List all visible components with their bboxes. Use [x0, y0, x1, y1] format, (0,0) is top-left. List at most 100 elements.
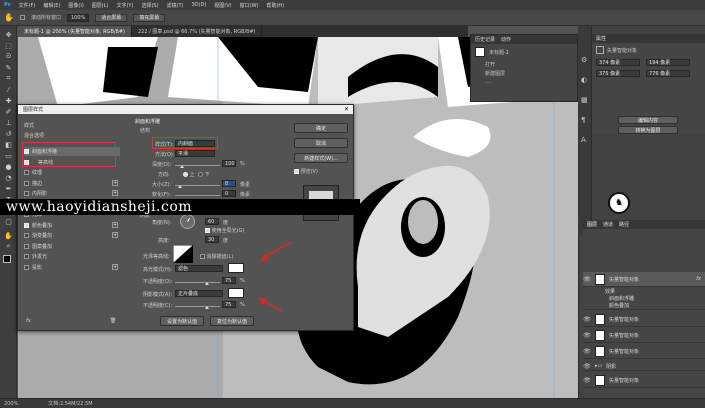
shadow-opacity-knob[interactable] — [205, 306, 209, 309]
shadow-opacity-input[interactable]: 75 — [222, 301, 236, 308]
properties-panel-icon[interactable]: ⚙ — [581, 56, 587, 64]
close-icon[interactable]: ✕ — [344, 106, 349, 113]
add-effect-icon[interactable]: + — [112, 190, 118, 196]
menu-select[interactable]: 选择(S) — [141, 2, 158, 9]
tab-document-2[interactable]: 222 / 图章.psd @ 66.7% (矢量智能对象, RGB/8#) — [132, 26, 263, 37]
width-field[interactable]: 374 像素 — [596, 59, 640, 66]
dodge-tool-icon[interactable]: ◔ — [4, 173, 13, 182]
y-field[interactable]: 776 像素 — [646, 70, 690, 77]
shadow-opacity-slider[interactable] — [175, 306, 220, 307]
history-item[interactable]: 打开 — [471, 60, 577, 69]
blend-options-item[interactable]: 混合选项 — [24, 132, 44, 139]
ps-logo[interactable]: Ps — [4, 2, 11, 8]
menu-edit[interactable]: 编辑(E) — [43, 2, 60, 9]
menu-image[interactable]: 图像(I) — [68, 2, 83, 9]
swatches-panel-icon[interactable]: ▦ — [581, 96, 588, 104]
style-item[interactable]: 图案叠加 — [24, 242, 120, 251]
style-item-checkbox[interactable] — [24, 159, 29, 165]
history-snapshot[interactable]: 未标题-1 — [471, 44, 577, 60]
style-item[interactable]: 内阴影 + — [24, 189, 120, 198]
crop-tool-icon[interactable]: ⌗ — [4, 74, 13, 83]
scroll-all-checkbox[interactable] — [19, 15, 25, 20]
brush-tool-icon[interactable]: ✐ — [4, 107, 13, 116]
eraser-tool-icon[interactable]: ◧ — [4, 140, 13, 149]
highlight-opacity-knob[interactable] — [205, 282, 209, 285]
edit-contents-button[interactable]: 编辑内容 — [618, 116, 678, 124]
zoom-tool-icon[interactable]: ⌕ — [4, 242, 13, 251]
eyedropper-icon[interactable]: ⁄ — [4, 85, 13, 94]
ok-button[interactable]: 确定 — [294, 123, 348, 133]
fx-menu-icon[interactable]: fx — [26, 318, 31, 324]
adjustments-panel-icon[interactable]: ◐ — [581, 76, 587, 84]
stamp-tool-icon[interactable]: ⊥ — [4, 118, 13, 127]
lasso-tool-icon[interactable]: ᘐ — [4, 52, 13, 61]
reset-default-button[interactable]: 复位为默认值 — [210, 316, 254, 326]
cancel-button[interactable]: 取消 — [294, 138, 348, 148]
anti-alias[interactable]: 消除锯齿(L) — [200, 253, 233, 260]
style-item-checkbox[interactable] — [24, 243, 29, 249]
style-item[interactable]: 描边 + — [24, 179, 120, 188]
style-item-checkbox[interactable] — [24, 222, 29, 228]
tab-document-1[interactable]: 未标题-1 @ 200% (矢量智能对象, RGB/8#) — [18, 26, 132, 37]
eye-icon[interactable]: 👁 — [583, 276, 591, 283]
height-field[interactable]: 194 像素 — [646, 59, 690, 66]
angle-input[interactable]: 60 — [205, 218, 219, 225]
add-effect-icon[interactable]: + — [112, 179, 118, 186]
layer-row[interactable]: 👁 矢量智能对象 — [583, 328, 705, 343]
highlight-opacity-input[interactable]: 75 — [222, 277, 236, 284]
style-item-checkbox[interactable] — [24, 170, 29, 175]
add-effect-icon[interactable]: + — [112, 263, 118, 270]
trash-icon[interactable]: 🗑 — [110, 318, 116, 324]
move-tool-icon[interactable]: ✥ — [4, 30, 13, 39]
style-item-checkbox[interactable] — [24, 191, 29, 196]
angle-dial[interactable] — [180, 214, 195, 229]
method-select[interactable]: 平滑 — [175, 150, 215, 157]
menu-help[interactable]: 帮助(H) — [266, 2, 284, 9]
depth-slider-knob[interactable] — [180, 165, 184, 168]
tab-layers[interactable]: 图层 — [587, 221, 597, 228]
style-item[interactable]: 纹理 — [24, 168, 120, 177]
global-light-checkbox[interactable] — [205, 228, 210, 233]
style-item[interactable]: 渐变叠加 + — [24, 231, 120, 240]
altitude-input[interactable]: 30 — [205, 236, 219, 243]
direction-down[interactable]: 下 — [198, 171, 210, 178]
history-item[interactable]: .... — [471, 78, 577, 86]
eye-icon[interactable]: 👁 — [583, 377, 591, 384]
hand-tool-icon[interactable]: ✋ — [4, 231, 13, 240]
layer-effect-row[interactable]: 效果 — [583, 288, 705, 295]
style-item[interactable]: 外发光 — [24, 252, 120, 261]
tab-history[interactable]: 历史记录 — [475, 36, 495, 43]
style-item-checkbox[interactable] — [24, 254, 29, 259]
soften-slider[interactable] — [175, 195, 220, 196]
size-slider-knob[interactable] — [178, 185, 182, 188]
x-field[interactable]: 375 像素 — [596, 70, 640, 77]
anti-alias-checkbox[interactable] — [200, 254, 205, 259]
style-item[interactable]: 颜色叠加 + — [24, 221, 120, 230]
menu-view[interactable]: 视图(V) — [214, 2, 231, 9]
gradient-tool-icon[interactable]: ▭ — [4, 151, 13, 160]
eye-icon[interactable]: 👁 — [583, 363, 591, 370]
layer-effect-row[interactable]: 斜面和浮雕 — [583, 295, 705, 302]
eye-icon[interactable]: 👁 — [583, 316, 591, 323]
blur-tool-icon[interactable]: ● — [4, 162, 13, 171]
style-item[interactable]: 投影 + — [24, 263, 120, 272]
layer-row[interactable]: 👁 矢量智能对象 fx — [583, 272, 705, 287]
menu-layer[interactable]: 图层(L) — [92, 2, 109, 9]
fill-screen-button[interactable]: 填充屏幕 — [133, 13, 166, 22]
pen-tool-icon[interactable]: ✒ — [4, 184, 13, 193]
style-item-checkbox[interactable] — [24, 149, 29, 154]
direction-up[interactable]: 上 — [183, 171, 195, 178]
highlight-opacity-slider[interactable] — [175, 282, 220, 283]
eye-icon[interactable]: 👁 — [583, 332, 591, 339]
gloss-contour-swatch[interactable] — [173, 245, 193, 263]
menu-file[interactable]: 文件(F) — [19, 2, 36, 9]
zoom-field[interactable]: 100% — [66, 13, 90, 22]
add-effect-icon[interactable]: + — [112, 232, 118, 238]
layer-row[interactable]: 👁 矢量智能对象 — [583, 344, 705, 359]
shape-tool-icon[interactable]: ▢ — [4, 217, 13, 226]
direction-down-radio[interactable] — [198, 172, 203, 177]
layer-group-row[interactable]: 👁 ▸▭ 阴影 — [583, 362, 705, 371]
history-item[interactable]: 新建图层 — [471, 69, 577, 78]
foreground-color-swatch[interactable] — [3, 255, 11, 263]
menu-window[interactable]: 窗口(W) — [240, 2, 259, 9]
